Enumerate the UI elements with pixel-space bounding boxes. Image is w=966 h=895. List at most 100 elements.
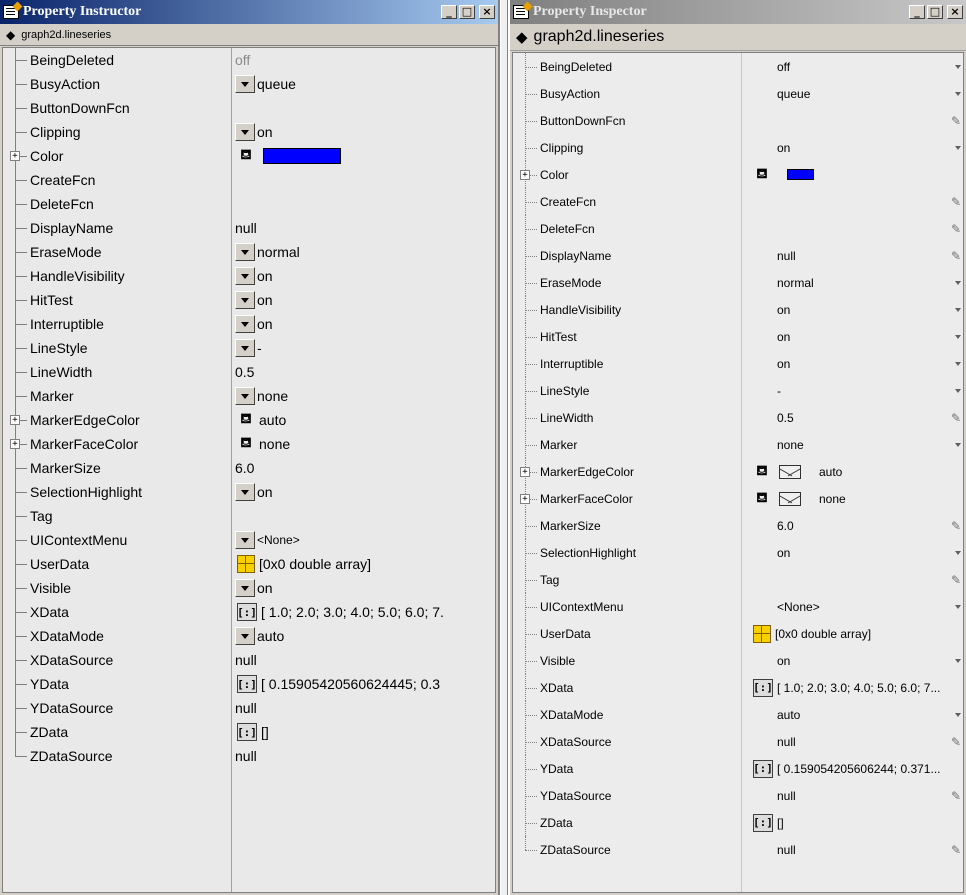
property-row-busyaction[interactable]: BusyAction queue bbox=[3, 72, 495, 96]
property-value-cell[interactable]: ✎ bbox=[741, 107, 963, 134]
property-value-cell[interactable]: - bbox=[231, 336, 495, 360]
property-value-cell[interactable]: 0.5 ✎ bbox=[741, 404, 963, 431]
property-name-cell[interactable]: XDataSource bbox=[513, 728, 741, 755]
edit-pencil-icon[interactable]: ✎ bbox=[951, 222, 961, 236]
property-row-linestyle[interactable]: LineStyle - bbox=[3, 336, 495, 360]
property-row-ydatasource[interactable]: YDataSource null ✎ bbox=[513, 782, 963, 809]
edit-pencil-icon[interactable]: ✎ bbox=[951, 114, 961, 128]
property-value-cell[interactable]: none bbox=[741, 431, 963, 458]
property-value-cell[interactable]: on bbox=[741, 134, 963, 161]
paint-bucket-icon[interactable]: ⛾ bbox=[751, 166, 773, 184]
property-value-cell[interactable] bbox=[231, 504, 495, 528]
property-row-interruptible[interactable]: Interruptible on bbox=[513, 350, 963, 377]
property-value-cell[interactable]: ⛾ auto bbox=[741, 458, 963, 485]
property-name-cell[interactable]: Visible bbox=[513, 647, 741, 674]
dropdown-arrow-icon[interactable] bbox=[955, 64, 961, 69]
dropdown-arrow-icon[interactable] bbox=[235, 123, 255, 141]
property-name-cell[interactable]: + MarkerEdgeColor bbox=[3, 408, 231, 432]
property-value-cell[interactable]: ✎ bbox=[741, 215, 963, 242]
dropdown-arrow-icon[interactable] bbox=[955, 712, 961, 717]
array-icon[interactable]: [:] bbox=[237, 675, 257, 693]
dropdown-arrow-icon[interactable] bbox=[235, 483, 255, 501]
property-row-linewidth[interactable]: LineWidth 0.5 ✎ bbox=[513, 404, 963, 431]
property-name-cell[interactable]: UserData bbox=[3, 552, 231, 576]
property-name-cell[interactable]: XDataSource bbox=[3, 648, 231, 672]
property-name-cell[interactable]: CreateFcn bbox=[513, 188, 741, 215]
property-row-markersize[interactable]: MarkerSize 6.0 bbox=[3, 456, 495, 480]
dropdown-arrow-icon[interactable] bbox=[235, 579, 255, 597]
maximize-button[interactable]: □ bbox=[459, 5, 475, 19]
property-row-xdatasource[interactable]: XDataSource null bbox=[3, 648, 495, 672]
dropdown-arrow-icon[interactable] bbox=[955, 307, 961, 312]
property-value-cell[interactable]: ⛾ none bbox=[741, 485, 963, 512]
property-row-uicontextmenu[interactable]: UIContextMenu <None> bbox=[513, 593, 963, 620]
property-name-cell[interactable]: HandleVisibility bbox=[513, 296, 741, 323]
property-value-cell[interactable]: on bbox=[231, 480, 495, 504]
property-value-cell[interactable]: ⛾ none bbox=[231, 432, 495, 456]
property-row-markeredgecolor[interactable]: + MarkerEdgeColor ⛾ auto bbox=[513, 458, 963, 485]
color-swatch[interactable] bbox=[263, 148, 341, 164]
property-name-cell[interactable]: YDataSource bbox=[513, 782, 741, 809]
property-row-ydata[interactable]: YData [:] [ 0.159054205606244; 0.371... bbox=[513, 755, 963, 782]
property-name-cell[interactable]: DisplayName bbox=[513, 242, 741, 269]
property-value-cell[interactable]: 0.5 bbox=[231, 360, 495, 384]
property-value-cell[interactable]: on bbox=[741, 350, 963, 377]
property-value-cell[interactable]: auto bbox=[231, 624, 495, 648]
property-name-cell[interactable]: Visible bbox=[3, 576, 231, 600]
property-value-cell[interactable]: normal bbox=[231, 240, 495, 264]
dropdown-arrow-icon[interactable] bbox=[955, 442, 961, 447]
paint-bucket-icon[interactable]: ⛾ bbox=[235, 147, 257, 165]
property-row-createfcn[interactable]: CreateFcn bbox=[3, 168, 495, 192]
property-value-cell[interactable]: null ✎ bbox=[741, 728, 963, 755]
edit-pencil-icon[interactable]: ✎ bbox=[951, 789, 961, 803]
property-value-cell[interactable]: off bbox=[741, 53, 963, 80]
property-row-color[interactable]: + Color ⛾ bbox=[3, 144, 495, 168]
property-value-cell[interactable]: null bbox=[231, 216, 495, 240]
property-row-markerfacecolor[interactable]: + MarkerFaceColor ⛾ none bbox=[513, 485, 963, 512]
property-value-cell[interactable]: [0x0 double array] bbox=[741, 620, 963, 647]
array-icon[interactable]: [:] bbox=[753, 759, 773, 778]
property-value-cell[interactable]: - bbox=[741, 377, 963, 404]
edit-pencil-icon[interactable]: ✎ bbox=[951, 735, 961, 749]
property-row-clipping[interactable]: Clipping on bbox=[3, 120, 495, 144]
dropdown-arrow-icon[interactable] bbox=[955, 361, 961, 366]
property-name-cell[interactable]: + MarkerFaceColor bbox=[3, 432, 231, 456]
property-value-cell[interactable]: on bbox=[741, 296, 963, 323]
dropdown-arrow-icon[interactable] bbox=[955, 280, 961, 285]
property-value-cell[interactable]: [:] [] bbox=[741, 809, 963, 836]
property-value-cell[interactable]: [:] [ 0.159054205606244; 0.371... bbox=[741, 755, 963, 782]
property-value-cell[interactable] bbox=[231, 168, 495, 192]
dropdown-arrow-icon[interactable] bbox=[235, 243, 255, 261]
property-name-cell[interactable]: Tag bbox=[3, 504, 231, 528]
property-value-cell[interactable]: on bbox=[741, 539, 963, 566]
property-name-cell[interactable]: + Color bbox=[513, 161, 741, 188]
property-row-xdata[interactable]: XData [:] [ 1.0; 2.0; 3.0; 4.0; 5.0; 6.0; … bbox=[513, 674, 963, 701]
property-row-zdatasource[interactable]: ZDataSource null bbox=[3, 744, 495, 768]
dropdown-arrow-icon[interactable] bbox=[235, 267, 255, 285]
edit-pencil-icon[interactable]: ✎ bbox=[951, 573, 961, 587]
property-name-cell[interactable]: BusyAction bbox=[513, 80, 741, 107]
property-row-linewidth[interactable]: LineWidth 0.5 bbox=[3, 360, 495, 384]
property-value-cell[interactable] bbox=[231, 192, 495, 216]
property-row-xdatasource[interactable]: XDataSource null ✎ bbox=[513, 728, 963, 755]
property-name-cell[interactable]: XDataMode bbox=[3, 624, 231, 648]
property-name-cell[interactable]: HitTest bbox=[513, 323, 741, 350]
property-row-hittest[interactable]: HitTest on bbox=[513, 323, 963, 350]
property-name-cell[interactable]: + MarkerFaceColor bbox=[513, 485, 741, 512]
property-name-cell[interactable]: EraseMode bbox=[3, 240, 231, 264]
dropdown-arrow-icon[interactable] bbox=[235, 627, 255, 645]
property-name-cell[interactable]: YData bbox=[513, 755, 741, 782]
property-row-visible[interactable]: Visible on bbox=[3, 576, 495, 600]
dropdown-arrow-icon[interactable] bbox=[955, 91, 961, 96]
property-value-cell[interactable]: on bbox=[231, 264, 495, 288]
property-name-cell[interactable]: + Color bbox=[3, 144, 231, 168]
property-row-beingdeleted[interactable]: BeingDeleted off bbox=[513, 53, 963, 80]
close-button[interactable]: × bbox=[947, 5, 963, 19]
property-row-zdata[interactable]: ZData [:][] bbox=[3, 720, 495, 744]
minimize-button[interactable]: _ bbox=[441, 5, 457, 19]
property-row-ydata[interactable]: YData [:][ 0.15905420560624445; 0.3 bbox=[3, 672, 495, 696]
property-name-cell[interactable]: Interruptible bbox=[513, 350, 741, 377]
dropdown-arrow-icon[interactable] bbox=[235, 531, 255, 549]
color-swatch[interactable] bbox=[787, 169, 814, 180]
property-name-cell[interactable]: Clipping bbox=[513, 134, 741, 161]
